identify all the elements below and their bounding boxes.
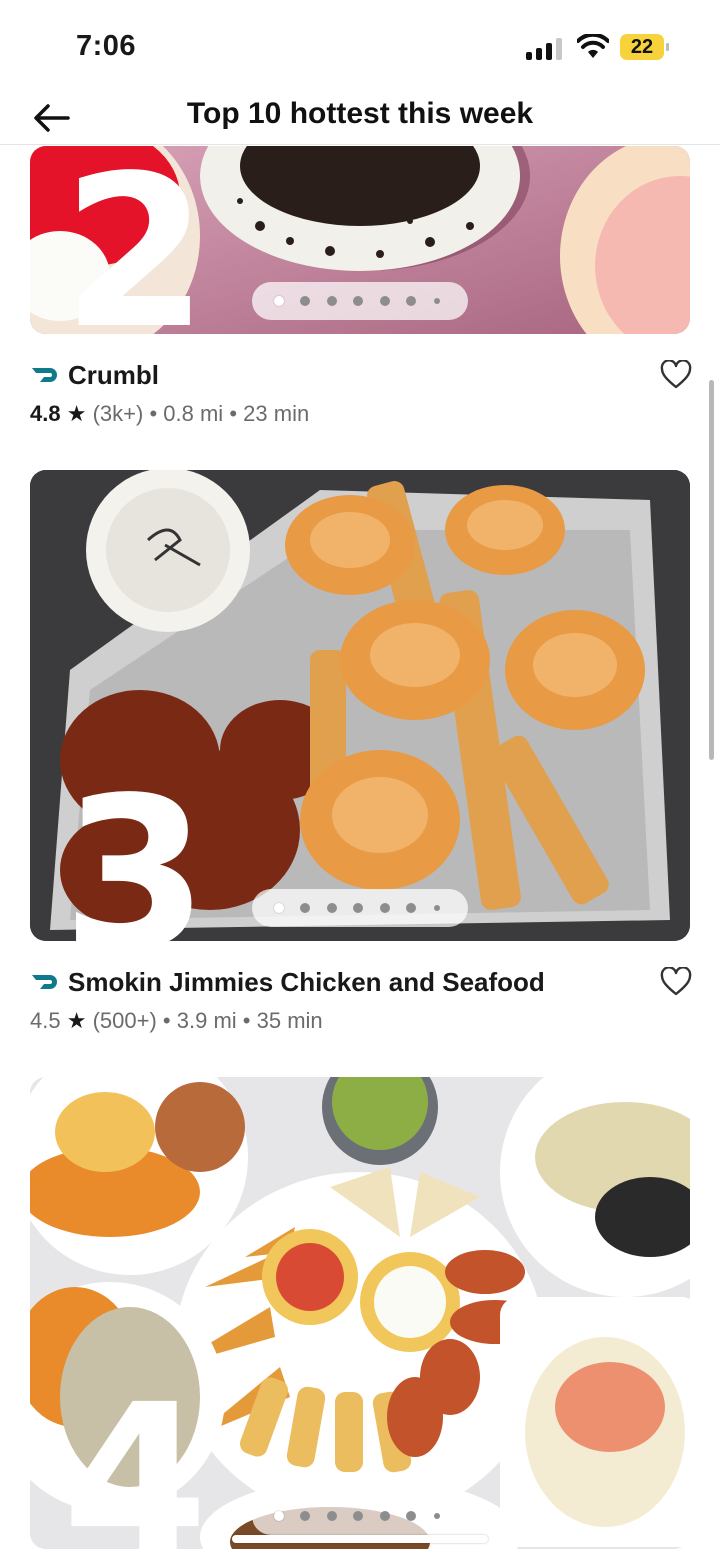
dashpass-icon: [32, 975, 57, 990]
status-bar: 7:06 22: [0, 0, 720, 92]
review-count: (500+): [92, 1008, 157, 1033]
scrollbar[interactable]: [709, 380, 714, 760]
separator: •: [162, 1008, 171, 1033]
rank-number: 4: [62, 1359, 209, 1550]
separator: •: [149, 401, 158, 426]
separator: •: [229, 401, 238, 426]
carousel-page-indicator[interactable]: [252, 1497, 468, 1535]
store-name: Smokin Jimmies Chicken and Seafood: [68, 967, 545, 997]
rating: 4.8: [30, 401, 61, 426]
battery-icon: 22: [620, 34, 669, 60]
page-title: Top 10 hottest this week: [186, 97, 534, 130]
store-meta: 4.8 ★ (3k+) • 0.8 mi • 23 min: [30, 401, 309, 427]
page-header: Top 10 hottest this week: [0, 92, 720, 145]
store-name: Crumbl: [68, 360, 159, 390]
status-time: 7:06: [76, 30, 137, 62]
star-icon: ★: [66, 401, 87, 426]
delivery-time: 35 min: [256, 1008, 323, 1033]
cellular-signal-icon: [526, 38, 564, 60]
carousel-page-indicator[interactable]: [252, 889, 468, 927]
distance: 0.8 mi: [163, 401, 224, 426]
store-image-carousel[interactable]: 2: [30, 146, 690, 334]
home-indicator[interactable]: [232, 1535, 488, 1543]
store-meta: 4.5 ★ (500+) • 3.9 mi • 35 min: [30, 1008, 323, 1034]
dashpass-icon: [32, 368, 57, 383]
separator: •: [242, 1008, 251, 1033]
distance: 3.9 mi: [176, 1008, 237, 1033]
store-name-row[interactable]: Crumbl: [30, 360, 159, 391]
wifi-icon: [577, 34, 609, 58]
rating: 4.5: [30, 1008, 61, 1033]
heart-icon[interactable]: [660, 360, 692, 390]
store-image-carousel[interactable]: 3: [30, 470, 690, 941]
store-image-carousel[interactable]: 4: [30, 1077, 690, 1549]
heart-icon[interactable]: [660, 967, 692, 997]
rank-number: 3: [62, 752, 209, 942]
carousel-page-indicator[interactable]: [252, 282, 468, 320]
star-icon: ★: [66, 1008, 87, 1033]
rank-number: 2: [62, 146, 209, 335]
store-name-row[interactable]: Smokin Jimmies Chicken and Seafood: [30, 967, 545, 998]
review-count: (3k+): [92, 401, 144, 426]
delivery-time: 23 min: [243, 401, 310, 426]
battery-level: 22: [620, 34, 664, 60]
